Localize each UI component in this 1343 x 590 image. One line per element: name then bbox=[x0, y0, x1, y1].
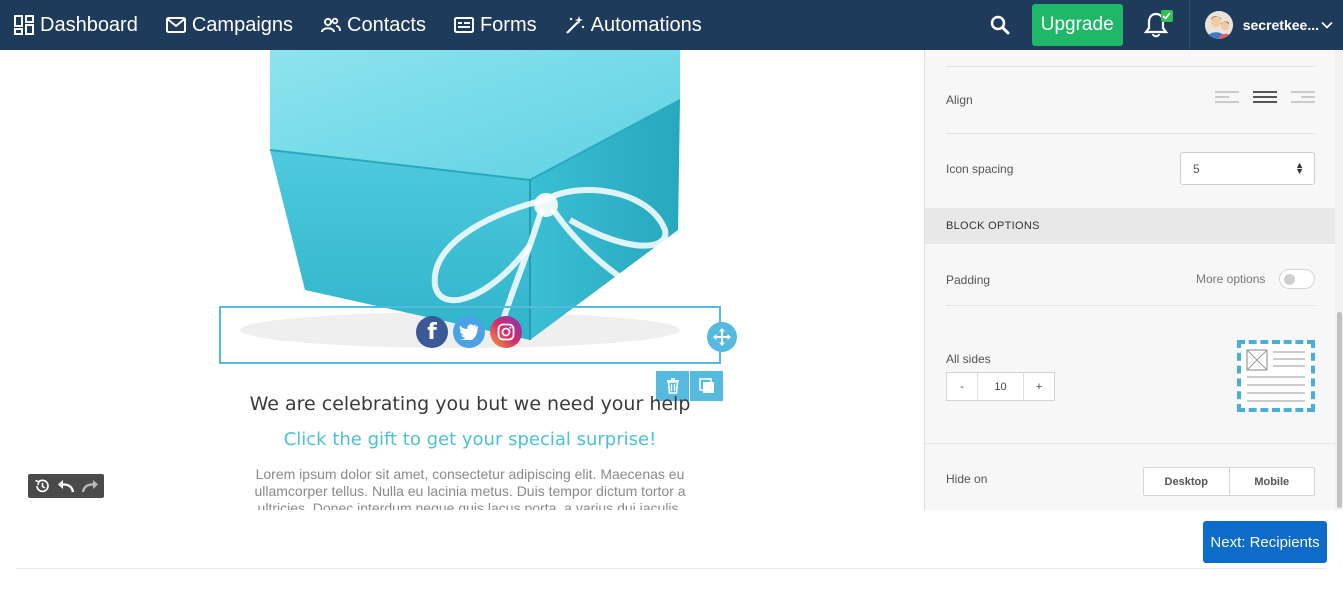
divider bbox=[946, 133, 1315, 134]
padding-decrement-button[interactable]: - bbox=[947, 373, 977, 400]
next-recipients-button[interactable]: Next: Recipients bbox=[1203, 521, 1327, 563]
nav-automations-label: Automations bbox=[590, 13, 702, 36]
social-icons-row: f bbox=[416, 316, 522, 348]
all-sides-label: All sides bbox=[946, 352, 991, 366]
undo-button[interactable] bbox=[54, 474, 78, 498]
more-options-toggle[interactable] bbox=[1279, 269, 1315, 289]
notifications-button[interactable] bbox=[1141, 0, 1173, 50]
form-icon bbox=[453, 17, 474, 33]
padding-value-input[interactable]: 10 bbox=[977, 373, 1024, 400]
instagram-icon[interactable] bbox=[490, 316, 522, 348]
hide-on-mobile-button[interactable]: Mobile bbox=[1228, 468, 1315, 495]
email-subheading[interactable]: Click the gift to get your special surpr… bbox=[219, 429, 721, 450]
select-arrows-icon: ▲ ▼ bbox=[1295, 160, 1304, 176]
hide-on-toggle-group: Desktop Mobile bbox=[1143, 467, 1315, 496]
scrollbar-thumb[interactable] bbox=[1337, 312, 1342, 508]
search-button[interactable] bbox=[980, 0, 1020, 50]
move-icon bbox=[713, 328, 731, 346]
contacts-icon bbox=[321, 17, 341, 33]
toggle-knob bbox=[1284, 274, 1295, 285]
nav-forms-label: Forms bbox=[479, 13, 537, 36]
nav-dashboard[interactable]: Dashboard bbox=[0, 0, 152, 50]
duplicate-icon bbox=[698, 378, 714, 393]
dashboard-icon bbox=[14, 15, 34, 35]
align-right-icon[interactable] bbox=[1291, 90, 1315, 108]
footer-divider bbox=[16, 568, 1327, 569]
user-name: secretkee... bbox=[1242, 17, 1319, 33]
block-options-header: BLOCK OPTIONS bbox=[925, 208, 1335, 244]
search-icon bbox=[990, 15, 1010, 35]
email-body-text[interactable]: Lorem ipsum dolor sit amet, consectetur … bbox=[240, 466, 700, 510]
twitter-icon[interactable] bbox=[453, 316, 485, 348]
icon-spacing-value: 5 bbox=[1193, 162, 1200, 176]
divider bbox=[946, 66, 1315, 67]
history-toolbar bbox=[28, 474, 104, 498]
divider bbox=[925, 443, 1335, 444]
padding-stepper: - 10 + bbox=[946, 372, 1055, 401]
chevron-down-icon bbox=[1321, 21, 1333, 29]
nav-campaigns-label: Campaigns bbox=[191, 13, 294, 36]
history-icon bbox=[35, 479, 49, 493]
icon-spacing-label: Icon spacing bbox=[946, 162, 1014, 176]
history-button[interactable] bbox=[30, 474, 54, 498]
top-navigation: Dashboard Campaigns Contacts Forms Autom… bbox=[0, 0, 1343, 50]
undo-icon bbox=[58, 480, 75, 493]
more-options-label: More options bbox=[1196, 272, 1266, 286]
mail-icon bbox=[165, 17, 186, 33]
nav-automations[interactable]: Automations bbox=[551, 0, 716, 50]
padding-preview bbox=[1237, 340, 1315, 412]
avatar-illustration-icon bbox=[1204, 11, 1233, 39]
redo-icon bbox=[81, 480, 98, 493]
gift-box-image[interactable] bbox=[230, 50, 690, 350]
nav-contacts-label: Contacts bbox=[347, 13, 426, 36]
nav-contacts[interactable]: Contacts bbox=[307, 0, 440, 50]
notification-badge bbox=[1160, 10, 1173, 22]
email-canvas: f We are celebrating you but we need you… bbox=[0, 50, 924, 510]
align-options bbox=[1215, 90, 1315, 108]
move-handle[interactable] bbox=[707, 322, 737, 352]
social-icons-block[interactable]: f bbox=[219, 306, 721, 364]
nav-dashboard-label: Dashboard bbox=[40, 13, 138, 36]
padding-label: Padding bbox=[946, 273, 991, 287]
user-menu[interactable]: secretkee... bbox=[1190, 0, 1343, 50]
check-icon bbox=[1162, 12, 1171, 20]
nav-right-group: Upgrade secretkee... bbox=[980, 0, 1343, 50]
magic-wand-icon bbox=[565, 16, 584, 34]
avatar bbox=[1204, 11, 1233, 39]
hide-on-label: Hide on bbox=[946, 472, 988, 486]
divider bbox=[946, 305, 1315, 306]
hide-on-desktop-button[interactable]: Desktop bbox=[1144, 468, 1229, 495]
align-label: Align bbox=[946, 93, 973, 107]
nav-campaigns[interactable]: Campaigns bbox=[152, 0, 307, 50]
upgrade-button[interactable]: Upgrade bbox=[1031, 4, 1123, 46]
block-preview-icon bbox=[1246, 349, 1305, 402]
redo-button[interactable] bbox=[78, 474, 102, 498]
align-left-icon[interactable] bbox=[1215, 90, 1239, 108]
trash-icon bbox=[666, 378, 679, 394]
email-heading[interactable]: We are celebrating you but we need your … bbox=[219, 393, 721, 415]
padding-increment-button[interactable]: + bbox=[1024, 373, 1054, 400]
icon-spacing-select[interactable]: 5 ▲ ▼ bbox=[1180, 152, 1315, 185]
settings-panel: Align Icon spacing 5 ▲ ▼ BLOCK OPTIONS Pa… bbox=[924, 50, 1335, 510]
align-center-icon[interactable] bbox=[1253, 90, 1277, 108]
facebook-icon[interactable]: f bbox=[416, 316, 448, 348]
nav-forms[interactable]: Forms bbox=[440, 0, 551, 50]
panel-scrollbar[interactable] bbox=[1335, 50, 1343, 510]
